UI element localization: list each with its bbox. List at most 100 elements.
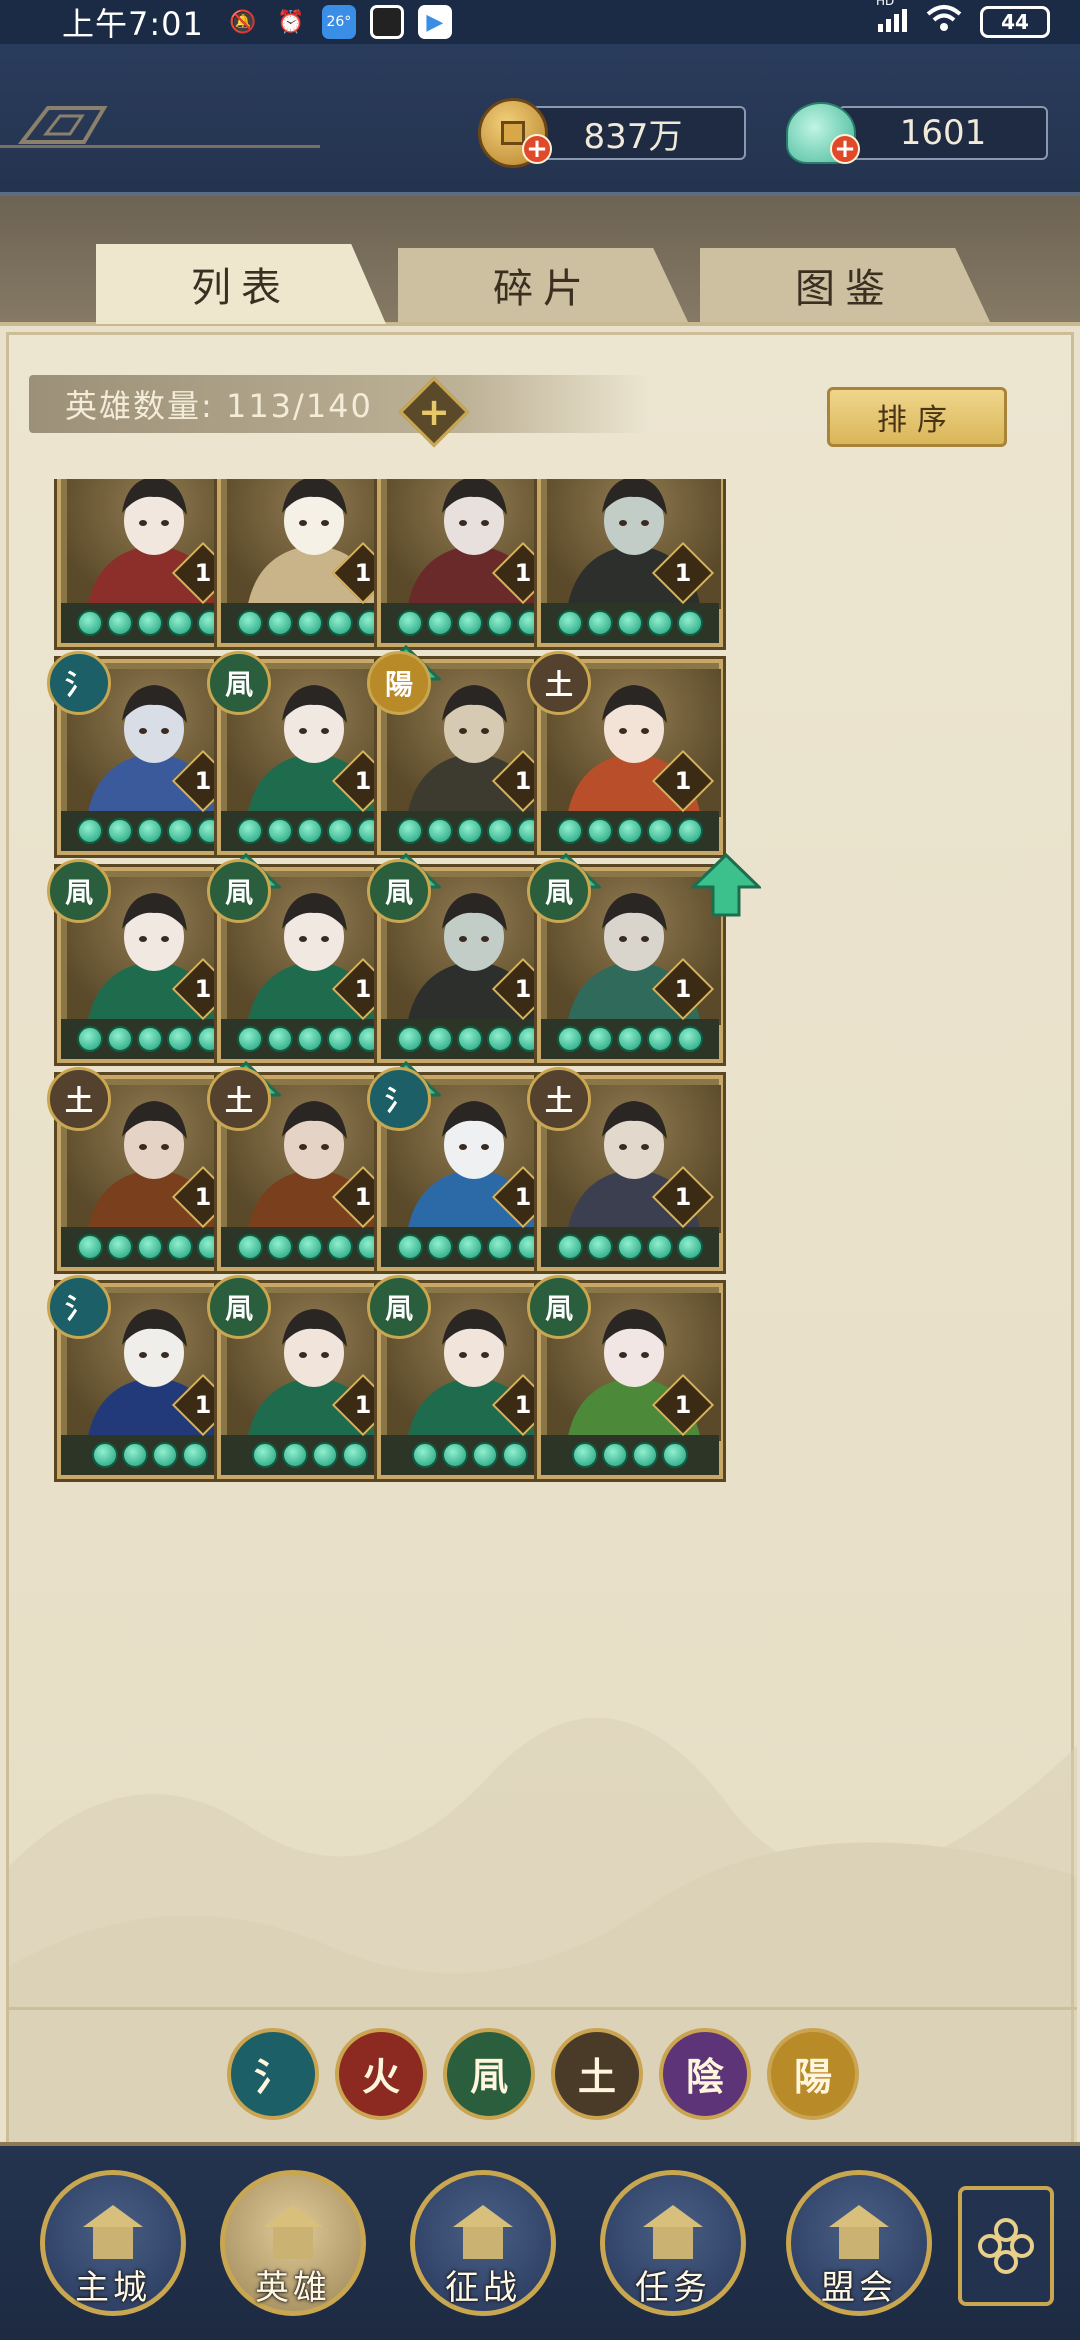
nav-label: 征战: [445, 2268, 521, 2308]
star-gem-icon: [557, 818, 583, 844]
element-filter-row: 氵火凬土陰陽: [9, 2007, 1077, 2137]
star-gem-icon: [252, 1442, 278, 1468]
nav-label: 盟会: [821, 2268, 897, 2308]
element-badge-icon: 土: [527, 1067, 591, 1131]
alliance-gate-icon: [819, 2197, 899, 2267]
star-rating: [221, 1227, 399, 1267]
star-gem-icon: [297, 818, 323, 844]
tab-fragments[interactable]: 碎片: [398, 248, 688, 322]
currency-bar: 837万 + 1601 +: [0, 44, 1080, 196]
signal-icon: HD: [876, 0, 908, 38]
hero-card[interactable]: 1土: [527, 1067, 726, 1274]
hero-card[interactable]: 1: [214, 479, 406, 650]
more-menu-button[interactable]: [958, 2186, 1054, 2306]
network-type: HD: [876, 0, 895, 8]
star-gem-icon: [327, 610, 353, 636]
hero-card[interactable]: 1凬: [527, 852, 763, 1066]
star-gem-icon: [152, 1442, 178, 1468]
hero-card[interactable]: 1土: [527, 651, 726, 858]
tab-list[interactable]: 列表: [96, 244, 386, 324]
hero-panel: 英雄数量: 113/140 + 排序 11111氵1凬1陽1土1凬1凬1凬1凬1…: [0, 322, 1080, 2146]
filter-water-button[interactable]: 氵: [227, 2027, 319, 2120]
star-rating: [541, 1227, 719, 1267]
sort-button[interactable]: 排序: [827, 387, 1007, 447]
star-rating: [61, 1019, 239, 1059]
filter-yang-button[interactable]: 陽: [767, 2027, 859, 2120]
star-gem-icon: [487, 1026, 513, 1052]
tab-codex-label: 图鉴: [795, 266, 895, 312]
star-gem-icon: [167, 818, 193, 844]
star-rating: [221, 1019, 399, 1059]
hero-card[interactable]: 1: [54, 479, 246, 650]
star-gem-icon: [427, 1026, 453, 1052]
star-gem-icon: [647, 610, 673, 636]
nav-alliance-gate-button[interactable]: 盟会: [786, 2170, 932, 2316]
star-gem-icon: [137, 1026, 163, 1052]
filter-earth-button[interactable]: 土: [551, 2027, 643, 2120]
add-coins-button[interactable]: +: [522, 134, 552, 164]
weather-icon: 26°: [321, 5, 356, 39]
star-gem-icon: [397, 1234, 423, 1260]
star-gem-icon: [92, 1442, 118, 1468]
star-gem-icon: [137, 818, 163, 844]
level-value: 1: [674, 975, 692, 1003]
element-badge-icon: 氵: [367, 1067, 431, 1131]
nav-campaign-button[interactable]: 征战: [410, 2170, 556, 2316]
star-gem-icon: [137, 1234, 163, 1260]
star-rating: [61, 1435, 239, 1475]
star-gem-icon: [77, 1026, 103, 1052]
hero-panel-inner: 英雄数量: 113/140 + 排序 11111氵1凬1陽1土1凬1凬1凬1凬1…: [6, 332, 1077, 2146]
hero-grid[interactable]: 11111氵1凬1陽1土1凬1凬1凬1凬1土1土1氵1土1氵1凬1凬1凬: [9, 479, 1077, 1999]
star-gem-icon: [77, 818, 103, 844]
app-icon: [369, 5, 404, 39]
star-rating: [221, 1435, 399, 1475]
filter-fire-button[interactable]: 火: [335, 2027, 427, 2120]
star-gem-icon: [412, 1442, 438, 1468]
star-gem-icon: [297, 1234, 323, 1260]
star-gem-icon: [267, 610, 293, 636]
hero-count-text: 英雄数量: 113/140: [65, 387, 373, 425]
hero-card[interactable]: 1: [534, 479, 726, 650]
element-badge-icon: 凬: [527, 859, 591, 923]
star-rating: [61, 1227, 239, 1267]
element-badge-icon: 凬: [207, 651, 271, 715]
star-gem-icon: [557, 610, 583, 636]
star-gem-icon: [557, 1234, 583, 1260]
star-gem-icon: [677, 610, 703, 636]
star-rating: [381, 1435, 559, 1475]
star-gem-icon: [632, 1442, 658, 1468]
nav-hero-portrait-button[interactable]: 英雄: [220, 2170, 366, 2316]
filter-yin-button[interactable]: 陰: [659, 2027, 751, 2120]
level-value: 1: [674, 1391, 692, 1419]
element-badge-icon: 氵: [47, 1275, 111, 1339]
star-rating: [381, 1019, 559, 1059]
star-gem-icon: [237, 1234, 263, 1260]
add-shells-button[interactable]: +: [830, 134, 860, 164]
star-gem-icon: [77, 610, 103, 636]
nav-label: 英雄: [255, 2268, 331, 2308]
filter-wind-button[interactable]: 凬: [443, 2027, 535, 2120]
star-gem-icon: [677, 1234, 703, 1260]
star-rating: [61, 811, 239, 851]
star-gem-icon: [397, 1026, 423, 1052]
star-gem-icon: [327, 1026, 353, 1052]
palace-icon: [73, 2197, 153, 2267]
campaign-icon: [443, 2197, 523, 2267]
nav-task-scroll-button[interactable]: 任务: [600, 2170, 746, 2316]
task-scroll-icon: [633, 2197, 713, 2267]
hero-card[interactable]: 1: [374, 479, 566, 650]
element-badge-icon: 凬: [207, 859, 271, 923]
star-gem-icon: [487, 818, 513, 844]
star-gem-icon: [557, 1026, 583, 1052]
tab-codex[interactable]: 图鉴: [700, 248, 990, 322]
star-rating: [221, 603, 399, 643]
star-gem-icon: [487, 1234, 513, 1260]
hero-card[interactable]: 1凬: [527, 1275, 726, 1482]
star-gem-icon: [617, 1026, 643, 1052]
nav-palace-button[interactable]: 主城: [40, 2170, 186, 2316]
star-gem-icon: [457, 1234, 483, 1260]
star-gem-icon: [587, 818, 613, 844]
level-value: 1: [674, 1183, 692, 1211]
star-gem-icon: [107, 818, 133, 844]
star-gem-icon: [487, 610, 513, 636]
